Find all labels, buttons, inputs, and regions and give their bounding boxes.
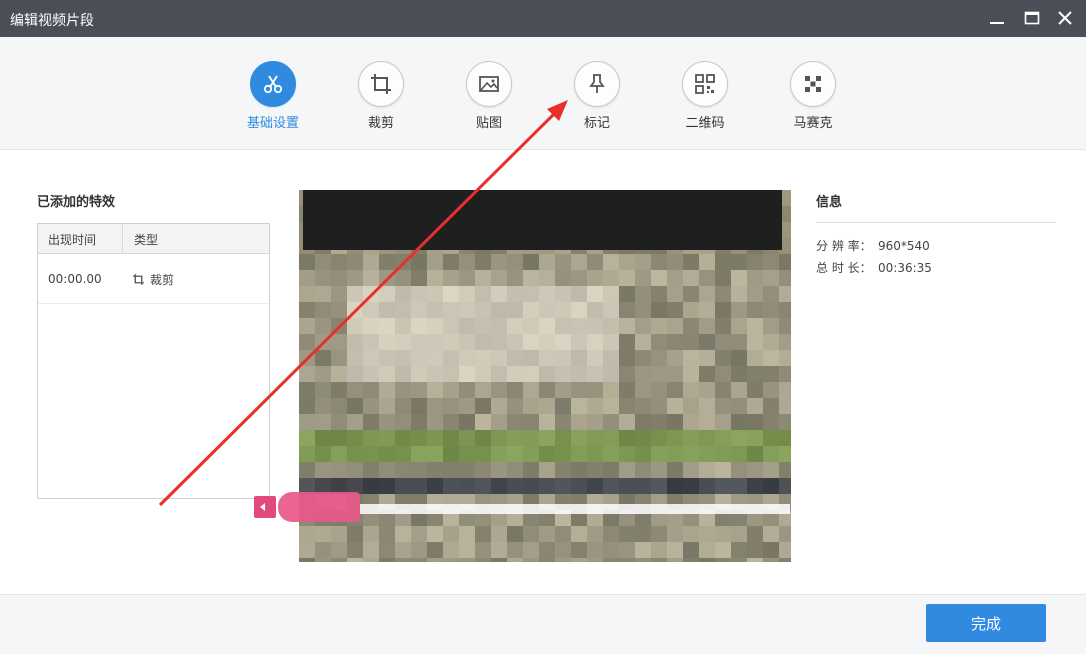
image-icon (466, 61, 512, 107)
effect-time: 00:00.00 (48, 272, 102, 286)
marker-left-arrow-icon[interactable] (254, 496, 276, 518)
tool-label: 二维码 (685, 116, 725, 131)
tool-qrcode[interactable]: 二维码 (660, 61, 750, 131)
tool-label: 马赛克 (793, 116, 833, 131)
table-row[interactable]: 00:00.00 裁剪 (38, 254, 269, 304)
effect-type-label: 裁剪 (150, 273, 175, 287)
effect-toolbar: 基础设置 裁剪 贴图 标记 二维码 马赛克 (0, 37, 1086, 150)
tool-basic-settings[interactable]: 基础设置 (228, 61, 318, 131)
tool-mosaic[interactable]: 马赛克 (768, 61, 858, 131)
mosaic-icon (790, 61, 836, 107)
resolution-value: 960*540 (878, 239, 930, 253)
tool-label: 贴图 (475, 116, 502, 131)
effects-table: 出现时间 类型 00:00.00 裁剪 (37, 223, 270, 499)
crop-icon (133, 274, 144, 285)
info-duration: 总 时 长： 00:36:35 (816, 259, 932, 276)
minimize-icon[interactable] (988, 9, 1006, 27)
tool-label: 标记 (583, 116, 610, 131)
info-title: 信息 (816, 195, 843, 210)
info-resolution: 分 辨 率： 960*540 (816, 237, 930, 254)
tool-sticker[interactable]: 贴图 (444, 61, 534, 131)
title-bar: 编辑视频片段 (0, 0, 1086, 37)
window-title: 编辑视频片段 (10, 13, 94, 29)
effects-title: 已添加的特效 (37, 195, 116, 210)
effect-type: 裁剪 (132, 271, 174, 288)
column-header-time: 出现时间 (48, 233, 97, 247)
tool-label: 基础设置 (246, 116, 299, 131)
duration-value: 00:36:35 (878, 261, 932, 275)
column-divider (122, 224, 123, 254)
qrcode-icon (682, 61, 728, 107)
tool-marker[interactable]: 标记 (552, 61, 642, 131)
marker-handle[interactable] (278, 492, 360, 522)
close-icon[interactable] (1056, 9, 1074, 27)
pin-icon (574, 61, 620, 107)
maximize-icon[interactable] (1023, 9, 1041, 27)
video-top-bar (303, 190, 782, 250)
tool-crop[interactable]: 裁剪 (336, 61, 426, 131)
timeline-track (360, 504, 790, 514)
info-divider (816, 222, 1056, 223)
resolution-label: 分 辨 率： (816, 239, 872, 253)
tool-label: 裁剪 (367, 116, 394, 131)
table-header: 出现时间 类型 (38, 224, 269, 254)
crop-icon (358, 61, 404, 107)
footer-bar (0, 594, 1086, 654)
scissors-icon (250, 61, 296, 107)
done-button[interactable]: 完成 (926, 604, 1046, 642)
duration-label: 总 时 长： (816, 261, 872, 275)
column-header-type: 类型 (134, 233, 159, 247)
